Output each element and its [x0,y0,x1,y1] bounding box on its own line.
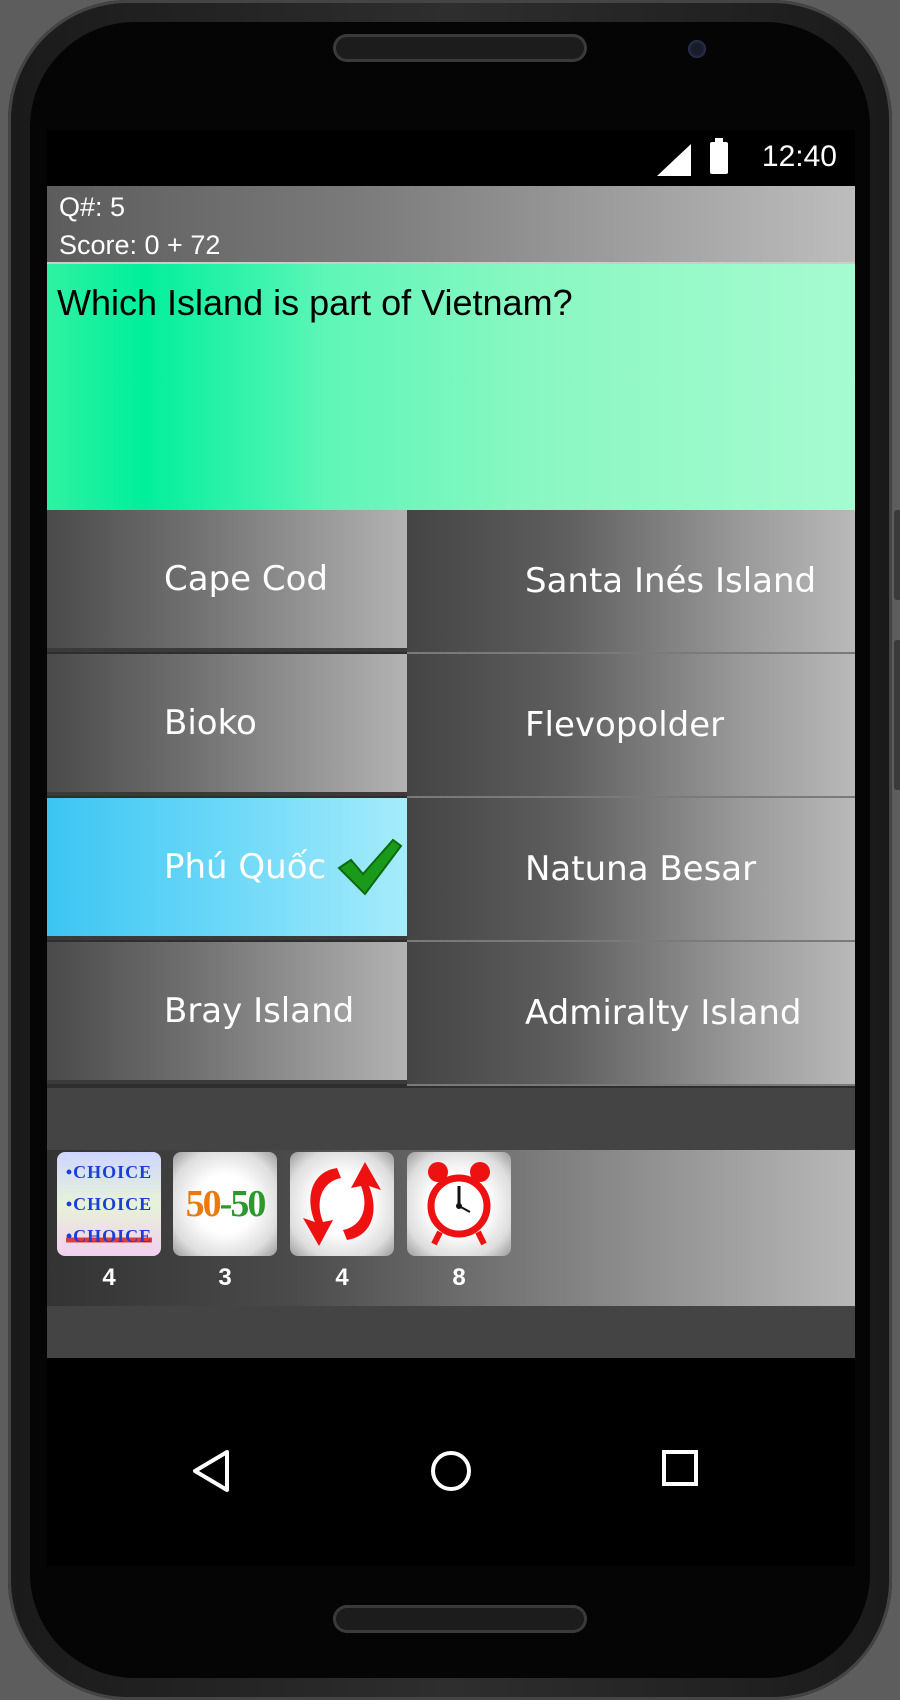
signal-icon [657,144,691,176]
lifeline-bar: •CHOICE •CHOICE •CHOICE 4 50-50 3 4 8 [47,1150,855,1306]
answer-button[interactable]: Flevopolder [407,654,855,798]
battery-icon [710,138,728,174]
answer-label: Natuna Besar [525,849,757,889]
answer-button[interactable]: Natuna Besar [407,798,855,942]
question-number: Q#: 5 [59,192,126,222]
answer-label: Bray Island [164,991,355,1031]
status-bar: 12:40 [47,130,855,186]
answer-button[interactable]: Cape Cod [47,510,407,652]
answer-button[interactable]: Bioko [47,654,407,796]
spacer [47,1306,855,1358]
choice-line: •CHOICE [65,1162,153,1182]
alarm-clock-graphic [427,1162,491,1246]
lifeline-fifty-fifty[interactable]: 50-50 3 [173,1152,277,1292]
lifeline-count: 4 [102,1264,116,1291]
swap-arrows-graphic [303,1162,381,1246]
answer-label: Phú Quốc [164,847,327,887]
answer-button-selected[interactable]: Phú Quốc [47,798,407,940]
fifty-fifty-text: 50-50 [185,1183,267,1225]
question-text: Which Island is part of Vietnam? [57,282,573,323]
score-header: Q#: 5 Score: 0 + 72 [47,186,855,262]
swap-arrows-icon[interactable] [290,1152,394,1256]
recents-icon[interactable] [660,1448,700,1488]
choice-line: •CHOICE [65,1220,153,1252]
home-icon[interactable] [428,1448,474,1494]
app-screen: 12:40 Q#: 5 Score: 0 + 72 Which Island i… [47,130,855,1566]
answer-button[interactable]: Admiralty Island [407,942,855,1086]
alarm-clock-icon[interactable] [407,1152,511,1256]
top-speaker [333,34,587,62]
answer-label: Santa Inés Island [525,561,817,601]
lifeline-time[interactable]: 8 [407,1152,511,1292]
question-panel: Which Island is part of Vietnam? [47,262,855,510]
lifeline-count: 3 [218,1264,232,1291]
score-text: Score: 0 + 72 [59,230,221,260]
lifeline-swap[interactable]: 4 [290,1152,394,1292]
correct-check-icon [337,838,403,896]
answer-label: Cape Cod [164,559,329,599]
lifeline-count: 4 [335,1264,349,1291]
status-time: 12:40 [761,140,837,173]
answer-grid: Cape Cod Santa Inés Island Bioko Flevopo… [47,510,855,1088]
lifeline-choice[interactable]: •CHOICE •CHOICE •CHOICE 4 [57,1152,161,1292]
back-icon[interactable] [189,1448,233,1494]
answer-button[interactable]: Bray Island [47,942,407,1084]
volume-button [894,510,900,600]
fifty-fifty-icon[interactable]: 50-50 [173,1152,277,1256]
choice-icon[interactable]: •CHOICE •CHOICE •CHOICE [57,1152,161,1256]
answer-button[interactable]: Santa Inés Island [407,510,855,654]
spacer [47,1088,855,1150]
lifeline-count: 8 [452,1264,466,1291]
front-camera [688,40,706,58]
power-button [894,640,900,790]
answer-label: Bioko [164,703,257,743]
bottom-speaker [333,1605,587,1633]
nav-bar [47,1358,855,1566]
answer-label: Flevopolder [525,705,725,745]
answer-label: Admiralty Island [525,993,802,1033]
choice-line: •CHOICE [65,1194,153,1214]
